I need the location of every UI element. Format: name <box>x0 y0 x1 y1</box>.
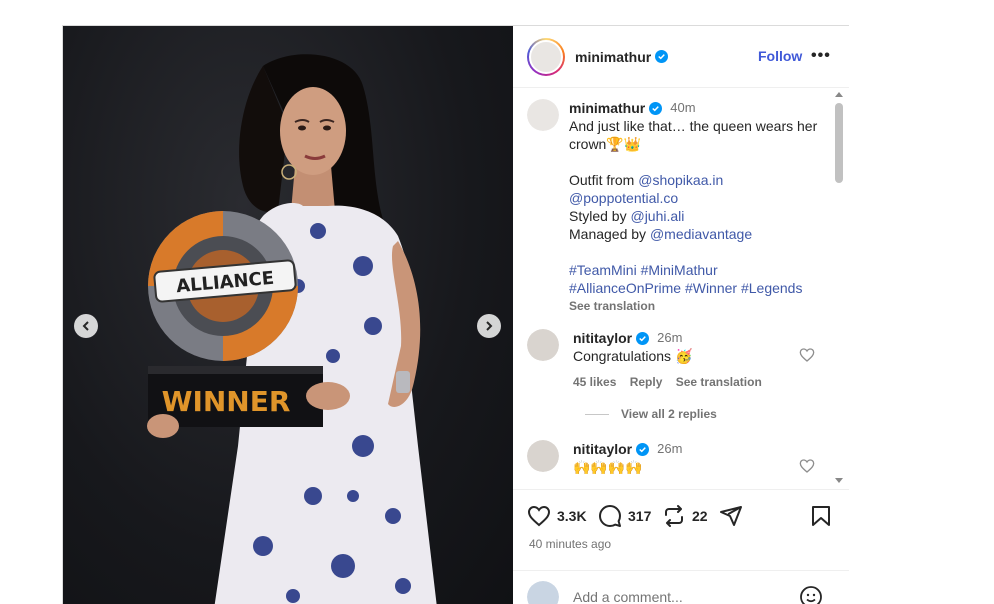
author-avatar-image <box>529 39 563 74</box>
caption-managed-line: Managed by @mediavantage <box>569 225 827 243</box>
author-username[interactable]: minimathur <box>575 49 651 65</box>
follow-button[interactable]: Follow <box>758 48 802 64</box>
caption-see-translation[interactable]: See translation <box>569 297 827 315</box>
more-options-icon[interactable]: ••• <box>811 47 831 65</box>
commenter-username[interactable]: nititaylor <box>573 440 632 458</box>
post-timestamp: 40 minutes ago <box>529 537 612 551</box>
like-count[interactable]: 3.3K <box>557 508 587 524</box>
caption-styled-label: Styled by <box>569 208 631 224</box>
repost-icon <box>665 505 683 527</box>
verified-badge-icon <box>636 442 650 456</box>
heart-icon <box>527 505 551 527</box>
verified-badge-icon <box>636 331 650 345</box>
current-user-avatar <box>527 581 559 604</box>
share-button[interactable] <box>719 504 743 528</box>
chevron-right-icon <box>486 321 493 331</box>
scroll-thumb[interactable] <box>835 103 843 183</box>
commenter-username[interactable]: nititaylor <box>573 329 632 347</box>
scroll-up-arrow-icon[interactable] <box>835 92 843 97</box>
previous-photo-button[interactable] <box>74 314 98 338</box>
caption-line: crown🏆👑 <box>569 136 642 152</box>
comment-likes[interactable]: 45 likes <box>573 375 616 389</box>
comments-list[interactable]: minimathur 40m And just like that… the q… <box>513 89 849 489</box>
comments-scrollbar[interactable] <box>831 89 845 489</box>
bookmark-icon <box>812 506 830 526</box>
post-dialog: ALLIANCE WINNER minimathur Follow ••• mi… <box>62 25 849 604</box>
verified-badge-icon <box>655 50 669 63</box>
caption-avatar[interactable] <box>527 99 559 131</box>
mention-link[interactable]: @poppotential.co <box>569 189 827 207</box>
mention-link[interactable]: @mediavantage <box>650 226 752 242</box>
emoji-icon[interactable] <box>799 585 823 604</box>
like-comment-icon[interactable] <box>799 347 815 363</box>
add-comment-bar <box>513 570 849 604</box>
caption-outfit-label: Outfit from <box>569 172 639 188</box>
comment-count[interactable]: 317 <box>628 508 651 524</box>
caption-styled-line: Styled by @juhi.ali <box>569 207 827 225</box>
send-icon <box>720 506 742 526</box>
save-button[interactable] <box>809 504 833 528</box>
comment-item: nititaylor 26m Congratulations 🥳 45 like… <box>527 329 827 421</box>
caption-line: And just like that… the queen wears her <box>569 118 818 134</box>
hashtag-link[interactable]: #AllianceOnPrime #Winner #Legends <box>569 279 827 297</box>
view-replies-button[interactable]: View all 2 replies <box>585 407 717 421</box>
commenter-avatar[interactable] <box>527 329 559 361</box>
comment-button[interactable]: 317 <box>598 504 651 528</box>
verified-badge-icon <box>649 101 663 115</box>
mention-link[interactable]: @shopikaa.in <box>638 172 723 188</box>
caption-outfit-line: Outfit from @shopikaa.in <box>569 171 827 189</box>
reply-button[interactable]: Reply <box>630 375 663 389</box>
add-comment-input[interactable] <box>573 589 793 604</box>
author-avatar[interactable] <box>527 37 565 76</box>
caption-managed-label: Managed by <box>569 226 650 242</box>
post-sidebar: minimathur Follow ••• minimathur 40m And… <box>513 26 849 604</box>
commenter-avatar[interactable] <box>527 440 559 472</box>
comment-text: 🙌🙌🙌🙌 <box>573 459 643 475</box>
caption-time: 40m <box>670 100 696 115</box>
scroll-down-arrow-icon[interactable] <box>835 478 843 483</box>
comment-time: 26m <box>657 441 683 456</box>
chevron-left-icon <box>82 321 89 331</box>
like-button[interactable]: 3.3K <box>527 504 587 528</box>
repost-button[interactable]: 22 <box>662 504 708 528</box>
next-photo-button[interactable] <box>477 314 501 338</box>
caption-username[interactable]: minimathur <box>569 99 645 117</box>
post-media: ALLIANCE WINNER <box>63 26 513 604</box>
hashtag-link[interactable]: #TeamMini #MiniMathur <box>569 261 827 279</box>
mention-link[interactable]: @juhi.ali <box>630 208 684 224</box>
post-photo: ALLIANCE WINNER <box>147 54 437 604</box>
comment-time: 26m <box>657 330 683 345</box>
trophy-base-label: WINNER <box>162 385 291 418</box>
post-caption: minimathur 40m And just like that… the q… <box>527 99 827 315</box>
comment-see-translation[interactable]: See translation <box>676 375 762 389</box>
repost-count[interactable]: 22 <box>692 508 708 524</box>
post-header: minimathur Follow ••• <box>513 26 849 88</box>
comment-text: Congratulations 🥳 <box>573 348 693 364</box>
comment-item: nititaylor 26m 🙌🙌🙌🙌 <box>527 440 827 476</box>
like-comment-icon[interactable] <box>799 458 815 474</box>
view-replies-label[interactable]: View all 2 replies <box>621 407 717 421</box>
comment-bubble-icon <box>599 505 621 527</box>
